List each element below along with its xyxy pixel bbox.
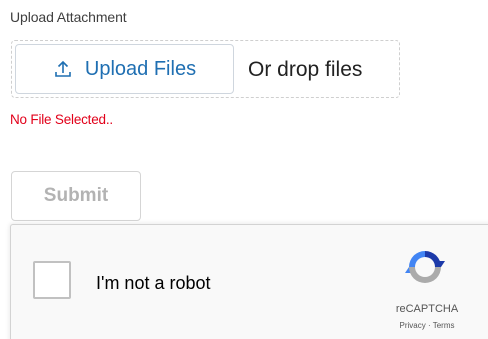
submit-button[interactable]: Submit — [11, 171, 141, 221]
recaptcha-privacy-terms-links[interactable]: Privacy · Terms — [385, 321, 469, 330]
recaptcha-brand-text: reCAPTCHA — [395, 303, 459, 315]
upload-files-label: Upload Files — [84, 57, 197, 80]
submit-label: Submit — [43, 185, 109, 206]
recaptcha-widget: I'm not a robot reCAPTCHA Privacy · Term… — [10, 224, 488, 339]
upload-attachment-label: Upload Attachment — [10, 9, 127, 25]
recaptcha-logo-icon — [405, 247, 445, 287]
attachment-form: Upload Attachment Upload Files Or drop f… — [0, 0, 488, 339]
recaptcha-checkbox[interactable] — [33, 261, 71, 299]
upload-files-button[interactable]: Upload Files — [15, 44, 234, 94]
recaptcha-label: I'm not a robot — [96, 273, 211, 293]
upload-icon — [53, 59, 73, 79]
file-status-text: No File Selected.. — [10, 112, 113, 127]
drop-files-text: Or drop files — [248, 58, 363, 81]
